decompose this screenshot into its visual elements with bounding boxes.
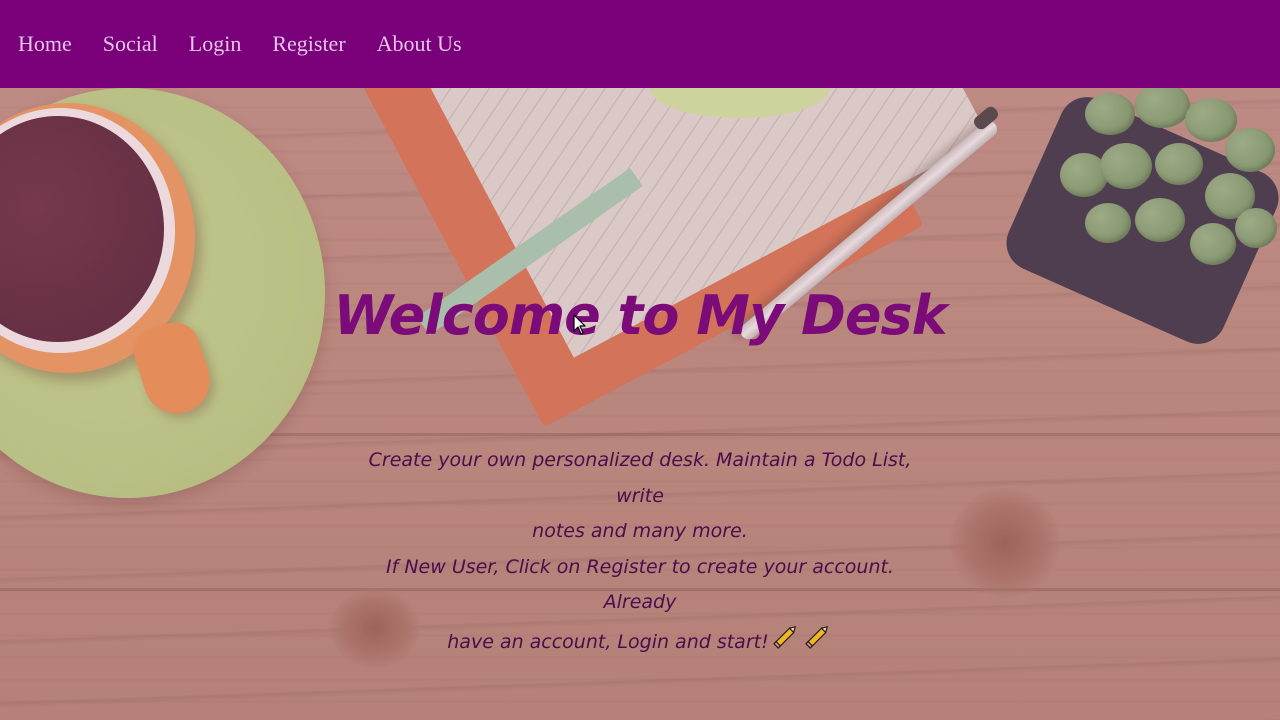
nav-about-us-link[interactable]: About Us (377, 31, 462, 57)
nav-home-link[interactable]: Home (18, 31, 72, 57)
description-line: have an account, Login and start! (447, 630, 769, 653)
page-title: Welcome to My Desk (333, 284, 948, 347)
top-navbar: Home Social Login Register About Us (0, 0, 1280, 88)
nav-login-link[interactable]: Login (189, 31, 242, 57)
mouse-cursor-icon (573, 314, 587, 340)
nav-social-link[interactable]: Social (103, 31, 158, 57)
description-line: Create your own personalized desk. Maint… (368, 449, 912, 507)
description-line: If New User, Click on Register to create… (386, 555, 894, 614)
description-line-with-icons: have an account, Login and start! (360, 621, 920, 664)
pencil-icon (771, 621, 801, 664)
hero-section: Welcome to My Desk Create your own perso… (0, 88, 1280, 720)
hero-description: Create your own personalized desk. Maint… (360, 443, 920, 663)
pencil-icon (803, 621, 833, 664)
description-line: notes and many more. (532, 520, 748, 542)
nav-register-link[interactable]: Register (272, 31, 345, 57)
